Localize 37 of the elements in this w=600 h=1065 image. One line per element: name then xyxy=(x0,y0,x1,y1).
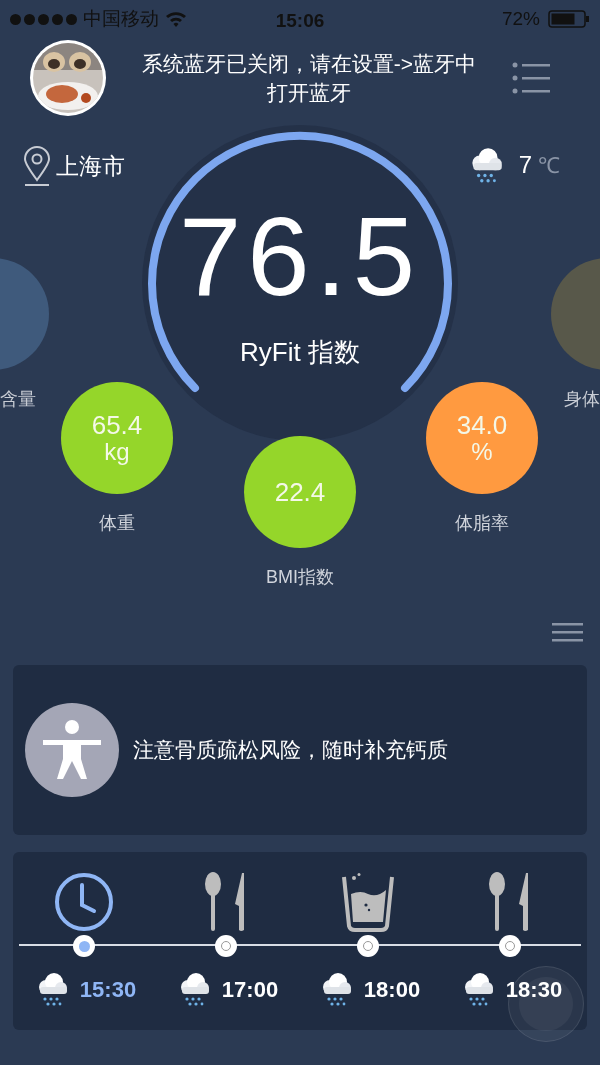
carrier-name: 中国移动 xyxy=(83,6,159,31)
clock-time: 15:06 xyxy=(274,9,326,33)
glass-icon xyxy=(341,872,395,932)
metric-label: 体重 xyxy=(99,512,135,535)
health-tip-text: 注意骨质疏松风险，随时补充钙质 xyxy=(133,737,448,764)
clock-icon xyxy=(54,872,114,932)
battery-icon xyxy=(548,10,590,28)
metric-label: BMI指数 xyxy=(266,566,334,589)
metric-unit: kg xyxy=(104,439,130,465)
bluetooth-message: 系统蓝牙已关闭，请在设置->蓝牙中打开蓝牙 xyxy=(140,51,478,106)
signal-dots-icon xyxy=(10,13,77,25)
metric-value: 65.4 xyxy=(91,411,143,439)
metric-value: 22.4 xyxy=(274,478,326,506)
schedule-time: 18:00 xyxy=(363,975,421,1004)
metric-label: 身体 xyxy=(564,388,600,411)
battery-percent: 72% xyxy=(501,6,540,31)
temperature-unit: ℃ xyxy=(538,151,560,180)
metric-unit: % xyxy=(471,439,493,465)
city-name: 上海市 xyxy=(56,151,125,181)
list-menu-icon[interactable] xyxy=(512,62,550,94)
schedule-time: 18:30 xyxy=(505,975,563,1004)
score-value: 76.5 xyxy=(179,201,421,313)
score-label: RyFit 指数 xyxy=(240,336,360,369)
schedule-time: 15:30 xyxy=(79,975,137,1004)
metric-label: 体脂率 xyxy=(455,512,509,535)
metric-value: 34.0 xyxy=(456,411,508,439)
schedule-time: 17:00 xyxy=(221,975,279,1004)
wifi-icon xyxy=(165,10,187,28)
timeline-node[interactable] xyxy=(357,935,379,957)
timeline-node[interactable] xyxy=(499,935,521,957)
location-pin-icon xyxy=(22,146,52,186)
timeline-node[interactable] xyxy=(73,935,95,957)
timeline-node[interactable] xyxy=(215,935,237,957)
temperature-value: 7 xyxy=(518,150,532,180)
menu-icon[interactable] xyxy=(552,623,583,643)
standing-person-icon xyxy=(25,703,119,797)
metric-label: 含量 xyxy=(0,388,36,411)
